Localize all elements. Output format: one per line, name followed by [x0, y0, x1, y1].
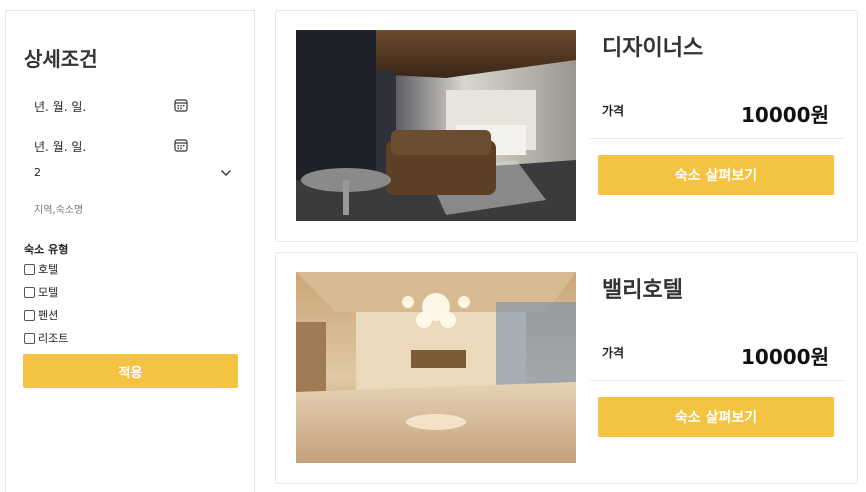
filter-title: 상세조건 [24, 47, 98, 71]
hotel-checkbox-label: 호텔 [38, 263, 59, 276]
type-option-motel[interactable]: 모텔 [24, 284, 58, 300]
hotel-checkbox[interactable] [24, 263, 35, 275]
filter-sidebar: 상세조건 년. 월. 일. 년. 월. 일. 2 지역,숙소명 숙소 유형 호텔… [5, 10, 255, 492]
guests-select-value: 2 [34, 166, 41, 179]
divider [590, 380, 844, 381]
chevron-down-icon [221, 170, 231, 176]
calendar-icon[interactable] [174, 138, 188, 152]
checkout-date-value: 년. 월. 일. [34, 140, 87, 154]
view-lodging-button[interactable]: 숙소 살펴보기 [598, 155, 834, 195]
hotel-name: 디자이너스 [602, 36, 704, 61]
apply-button[interactable]: 적용 [23, 354, 238, 388]
checkin-date-value: 년. 월. 일. [34, 100, 87, 114]
listing-card: 디자이너스 가격 10000원 숙소 살펴보기 [275, 10, 858, 242]
checkout-date-field[interactable]: 년. 월. 일. [24, 134, 238, 158]
price-label: 가격 [602, 104, 625, 118]
hotel-name: 밸리호텔 [602, 278, 683, 303]
type-option-pension[interactable]: 펜션 [24, 307, 58, 323]
view-lodging-button[interactable]: 숙소 살펴보기 [598, 397, 834, 437]
price-value: 10000원 [741, 103, 829, 127]
lodging-type-label: 숙소 유형 [24, 243, 69, 256]
hotel-room-photo[interactable] [296, 30, 576, 221]
type-option-hotel[interactable]: 호텔 [24, 261, 58, 277]
motel-checkbox-label: 모텔 [38, 286, 59, 299]
pension-checkbox-label: 펜션 [38, 309, 59, 322]
listing-card: 밸리호텔 가격 10000원 숙소 살펴보기 [275, 252, 858, 484]
checkin-date-field[interactable]: 년. 월. 일. [24, 94, 238, 118]
price-label: 가격 [602, 346, 625, 360]
price-value: 10000원 [741, 345, 829, 369]
place-search-input[interactable] [24, 198, 238, 222]
motel-checkbox[interactable] [24, 286, 35, 298]
type-option-resort[interactable]: 리조트 [24, 330, 68, 346]
hotel-lobby-photo[interactable] [296, 272, 576, 463]
pension-checkbox[interactable] [24, 309, 35, 321]
divider [590, 138, 844, 139]
guests-select[interactable]: 2 [24, 163, 238, 185]
resort-checkbox-label: 리조트 [38, 332, 69, 345]
resort-checkbox[interactable] [24, 332, 35, 344]
calendar-icon[interactable] [174, 98, 188, 112]
